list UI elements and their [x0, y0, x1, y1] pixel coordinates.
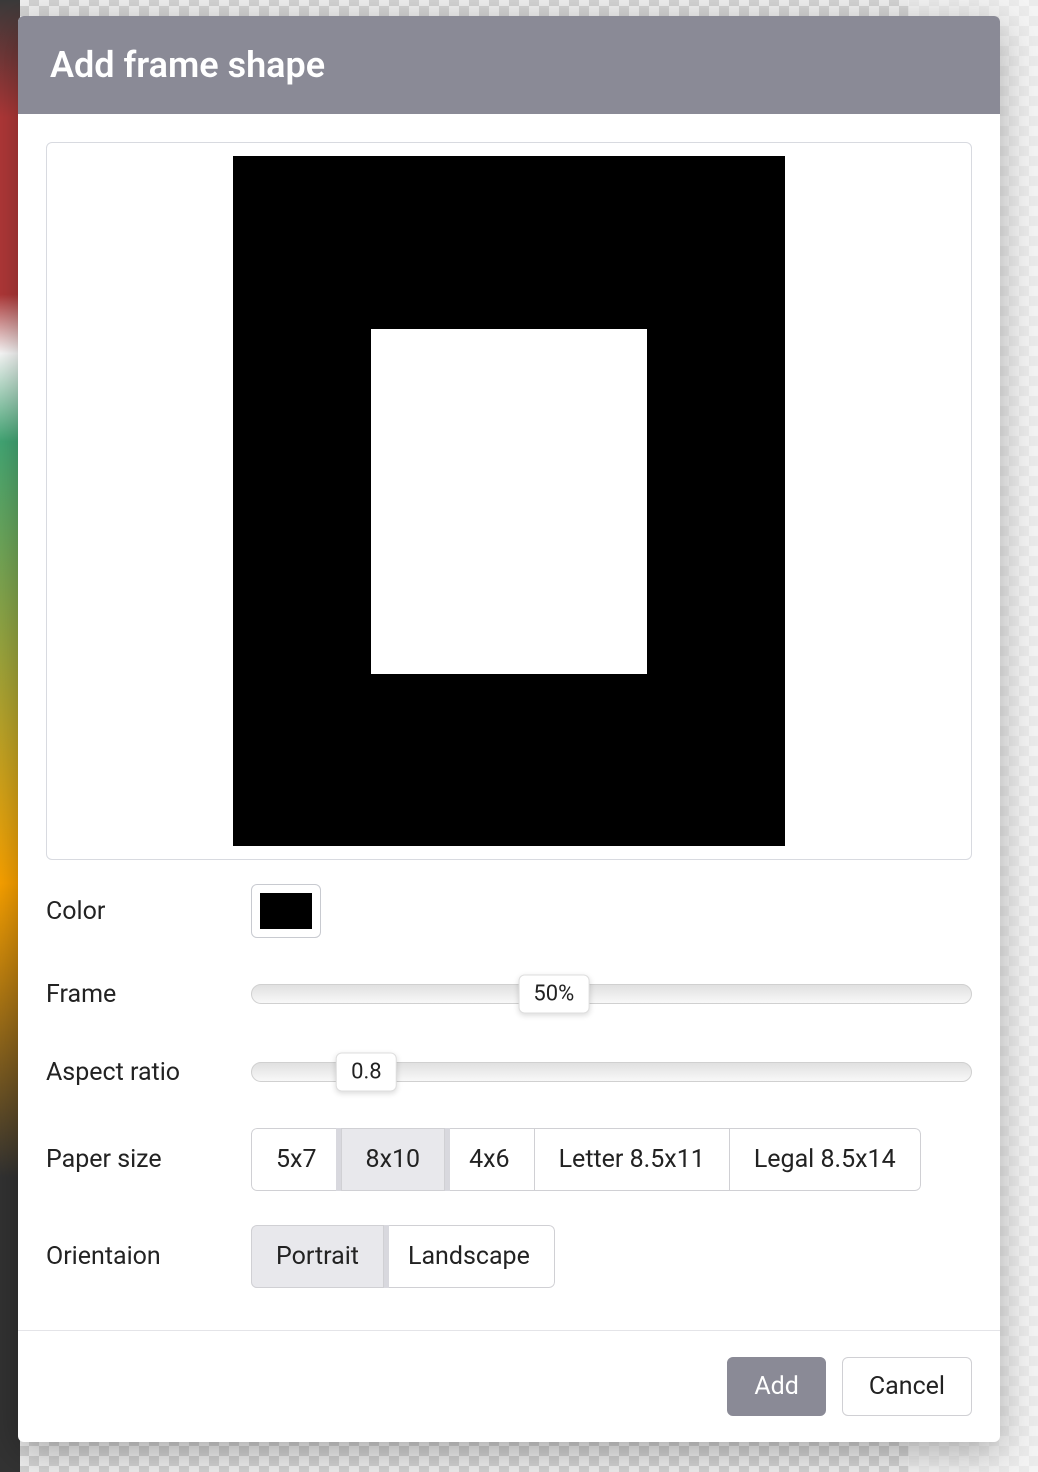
color-picker-button[interactable] — [251, 884, 321, 938]
aspect-ratio-slider[interactable]: 0.8 — [251, 1050, 972, 1094]
modal-footer: Add Cancel — [18, 1330, 1000, 1442]
paper-size-legal[interactable]: Legal 8.5x14 — [729, 1128, 921, 1191]
add-frame-shape-modal: Add frame shape Color Frame 50% — [18, 16, 1000, 1442]
add-button[interactable]: Add — [727, 1357, 826, 1416]
modal-title: Add frame shape — [50, 44, 968, 86]
color-swatch — [260, 893, 312, 929]
aspect-ratio-label: Aspect ratio — [46, 1058, 251, 1087]
color-label: Color — [46, 897, 251, 926]
aspect-ratio-slider-thumb[interactable]: 0.8 — [336, 1053, 397, 1092]
orientation-group: Portrait Landscape — [251, 1225, 555, 1288]
frame-label: Frame — [46, 980, 251, 1009]
frame-slider[interactable]: 50% — [251, 972, 972, 1016]
frame-slider-track — [251, 984, 972, 1004]
frame-preview — [46, 142, 972, 860]
paper-size-group: 5x7 8x10 4x6 Letter 8.5x11 Legal 8.5x14 — [251, 1128, 921, 1191]
cancel-button[interactable]: Cancel — [842, 1357, 972, 1416]
paper-size-letter[interactable]: Letter 8.5x11 — [534, 1128, 730, 1191]
modal-body: Color Frame 50% Aspect ratio 0.8 — [18, 114, 1000, 1330]
frame-row: Frame 50% — [46, 972, 972, 1016]
orientation-row: Orientaion Portrait Landscape — [46, 1225, 972, 1288]
aspect-ratio-row: Aspect ratio 0.8 — [46, 1050, 972, 1094]
paper-size-4x6[interactable]: 4x6 — [444, 1128, 535, 1191]
color-row: Color — [46, 884, 972, 938]
frame-inner — [371, 329, 647, 674]
orientation-label: Orientaion — [46, 1242, 251, 1271]
paper-size-5x7[interactable]: 5x7 — [251, 1128, 342, 1191]
paper-size-row: Paper size 5x7 8x10 4x6 Letter 8.5x11 Le… — [46, 1128, 972, 1191]
paper-size-label: Paper size — [46, 1145, 251, 1174]
frame-slider-thumb[interactable]: 50% — [518, 975, 589, 1014]
orientation-landscape[interactable]: Landscape — [383, 1225, 555, 1288]
backdrop-left — [0, 0, 20, 1472]
frame-outer — [233, 156, 785, 846]
modal-header: Add frame shape — [18, 16, 1000, 114]
orientation-portrait[interactable]: Portrait — [251, 1225, 384, 1288]
paper-size-8x10[interactable]: 8x10 — [341, 1128, 446, 1191]
